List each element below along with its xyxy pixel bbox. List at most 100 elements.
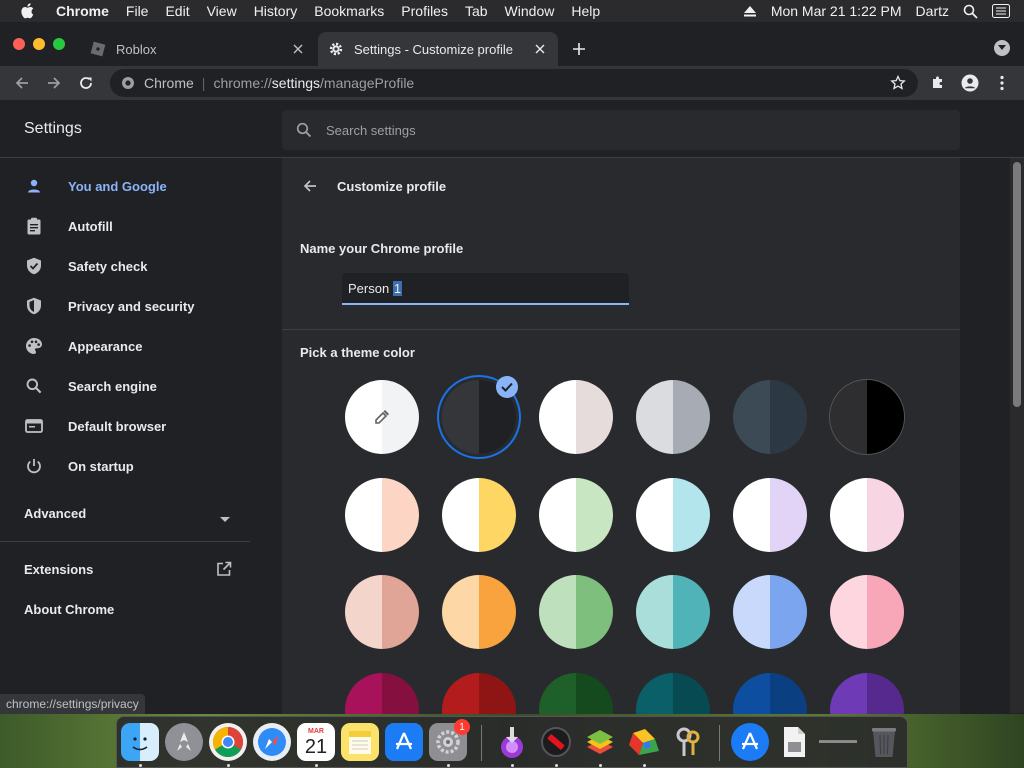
menu-window[interactable]: Window (505, 3, 555, 19)
sidebar-item-on-startup[interactable]: On startup (0, 446, 250, 486)
profile-button[interactable] (958, 71, 982, 95)
extensions-button[interactable] (926, 71, 950, 95)
trash-icon[interactable] (865, 723, 903, 761)
theme-color-swatch[interactable] (442, 575, 516, 649)
sidebar-item-label: Safety check (68, 258, 148, 274)
theme-color-swatch[interactable] (830, 478, 904, 552)
back-button[interactable] (10, 71, 34, 95)
address-bar[interactable]: Chrome | chrome:// settings /manageProfi… (110, 69, 918, 97)
back-arrow-button[interactable] (300, 176, 320, 196)
downloads-stack-icon[interactable] (731, 723, 769, 761)
window-close-button[interactable] (13, 38, 25, 50)
close-icon[interactable] (532, 41, 548, 57)
browser-icon (24, 416, 44, 436)
sidebar-item-label: Appearance (68, 338, 143, 354)
plus-icon (573, 43, 585, 55)
notes-icon[interactable] (341, 723, 379, 761)
menu-view[interactable]: View (207, 3, 237, 19)
menu-clock[interactable]: Mon Mar 21 1:22 PM (771, 3, 902, 19)
finder-icon[interactable] (121, 723, 159, 761)
roblox-app-icon[interactable] (537, 723, 575, 761)
apple-icon[interactable] (20, 3, 38, 19)
window-zoom-button[interactable] (53, 38, 65, 50)
theme-color-swatch[interactable] (636, 380, 710, 454)
theme-color-swatch[interactable] (539, 478, 613, 552)
swatch-right-half (867, 575, 904, 649)
menu-user[interactable]: Dartz (916, 3, 949, 19)
calendar-icon[interactable]: MAR 21 (297, 723, 335, 761)
tab-search-button[interactable] (994, 40, 1010, 56)
theme-color-swatch[interactable] (539, 575, 613, 649)
menu-tab[interactable]: Tab (465, 3, 488, 19)
menu-history[interactable]: History (254, 3, 298, 19)
multicolor-app-icon[interactable] (625, 723, 663, 761)
app-store-icon[interactable] (385, 723, 423, 761)
sidebar-item-about-chrome[interactable]: About Chrome (0, 596, 250, 624)
eyedropper-icon (372, 407, 392, 427)
window-minimize-button[interactable] (33, 38, 45, 50)
theme-color-swatch[interactable] (830, 380, 904, 454)
reload-button[interactable] (74, 71, 98, 95)
swatch-left-half (539, 380, 576, 454)
close-icon[interactable] (290, 41, 306, 57)
swatch-right-half (770, 380, 807, 454)
theme-color-swatch[interactable] (345, 575, 419, 649)
scrollbar-thumb[interactable] (1013, 162, 1021, 407)
dock-running-indicator (599, 764, 602, 767)
calendar-day: 21 (304, 735, 328, 758)
forward-button[interactable] (42, 71, 66, 95)
menu-edit[interactable]: Edit (165, 3, 189, 19)
theme-color-swatch[interactable] (733, 380, 807, 454)
chrome-app-icon[interactable] (209, 723, 247, 761)
menu-file[interactable]: File (126, 3, 149, 19)
status-url-bubble: chrome://settings/privacy (0, 694, 145, 714)
control-center-icon[interactable] (992, 4, 1010, 18)
minimized-window-icon[interactable] (819, 723, 857, 761)
swatch-left-half (345, 575, 382, 649)
profile-name-input[interactable]: Person 1 (342, 273, 629, 305)
bookmark-star-icon[interactable] (890, 75, 906, 91)
menu-profiles[interactable]: Profiles (401, 3, 448, 19)
sidebar-item-privacy-and-security[interactable]: Privacy and security (0, 286, 250, 326)
menu-help[interactable]: Help (571, 3, 600, 19)
eject-icon[interactable] (743, 5, 757, 17)
menu-bookmarks[interactable]: Bookmarks (314, 3, 384, 19)
theme-color-swatch[interactable] (442, 478, 516, 552)
search-settings-input[interactable]: Search settings (282, 110, 960, 150)
theme-color-swatch[interactable] (636, 575, 710, 649)
safari-icon[interactable] (253, 723, 291, 761)
spotlight-icon[interactable] (963, 4, 978, 19)
sidebar-item-you-and-google[interactable]: You and Google (0, 166, 250, 206)
theme-color-swatch[interactable] (733, 478, 807, 552)
new-tab-button[interactable] (570, 40, 588, 58)
theme-color-swatch[interactable] (539, 380, 613, 454)
address-separator: | (201, 75, 206, 91)
chrome-menu-button[interactable] (990, 71, 1014, 95)
menu-app-name[interactable]: Chrome (56, 3, 109, 19)
sidebar-item-appearance[interactable]: Appearance (0, 326, 250, 366)
sidebar-item-search-engine[interactable]: Search engine (0, 366, 250, 406)
sidebar-advanced-toggle[interactable]: Advanced (0, 498, 250, 528)
launchpad-icon[interactable] (165, 723, 203, 761)
person-icon (24, 176, 44, 196)
sidebar-item-autofill[interactable]: Autofill (0, 206, 250, 246)
page-scrollbar[interactable] (1010, 158, 1024, 713)
theme-color-swatch[interactable] (345, 478, 419, 552)
tab-settings[interactable]: Settings - Customize profile (318, 32, 558, 66)
sidebar-advanced-label: Advanced (24, 506, 87, 521)
reload-icon (80, 77, 92, 89)
sidebar-item-default-browser[interactable]: Default browser (0, 406, 250, 446)
theme-color-swatch[interactable] (830, 575, 904, 649)
theme-color-swatch[interactable] (636, 478, 710, 552)
tab-roblox[interactable]: Roblox (80, 32, 316, 66)
theme-color-swatch[interactable] (733, 575, 807, 649)
keychain-access-icon[interactable] (669, 723, 707, 761)
document-stack-icon[interactable] (775, 723, 813, 761)
installer-app-icon[interactable] (493, 723, 531, 761)
sidebar-item-safety-check[interactable]: Safety check (0, 246, 250, 286)
external-link-icon (216, 561, 232, 582)
swatch-right-half (673, 478, 710, 552)
bluestacks-icon[interactable] (581, 723, 619, 761)
sidebar-item-extensions[interactable]: Extensions (0, 556, 250, 584)
custom-color-picker-swatch[interactable] (345, 380, 419, 454)
